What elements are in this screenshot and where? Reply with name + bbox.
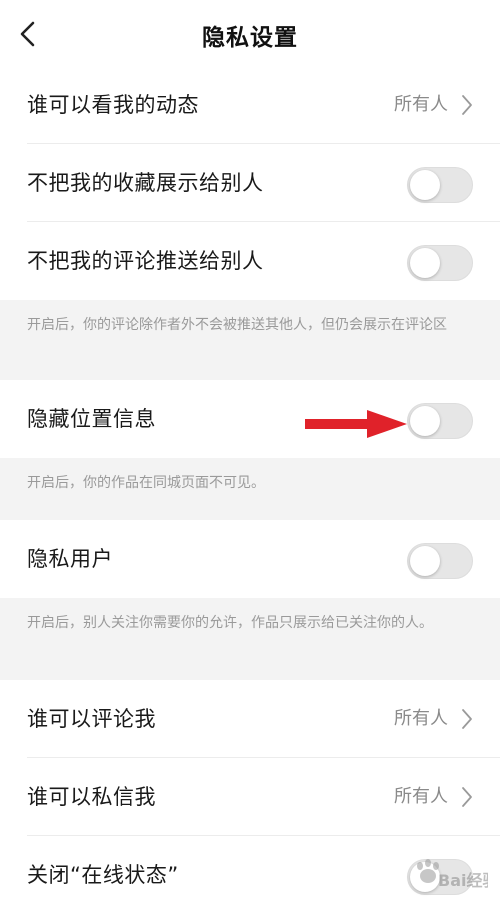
no-push-comments-toggle[interactable] — [407, 245, 473, 281]
row-no-push-comments: 不把我的评论推送给别人 — [0, 222, 500, 300]
row-value: 所有人 — [394, 786, 448, 807]
row-hide-favorites: 不把我的收藏展示给别人 — [0, 144, 500, 222]
hide-location-toggle[interactable] — [407, 403, 473, 439]
row-who-can-message[interactable]: 谁可以私信我 所有人 — [0, 758, 500, 836]
comments-note: 开启后，你的评论除作者外不会被推送其他人，但仍会展示在评论区 — [0, 300, 500, 380]
red-arrow-icon — [305, 410, 407, 438]
chevron-right-icon — [462, 95, 472, 115]
row-value: 所有人 — [394, 708, 448, 729]
chevron-right-icon — [462, 709, 472, 729]
toggle-knob — [410, 406, 440, 436]
row-value: 所有人 — [394, 94, 448, 115]
private-user-toggle[interactable] — [407, 543, 473, 579]
row-label: 谁可以看我的动态 — [27, 93, 199, 117]
hide-favorites-toggle[interactable] — [407, 167, 473, 203]
row-who-can-comment[interactable]: 谁可以评论我 所有人 — [0, 680, 500, 758]
row-who-can-see-activity[interactable]: 谁可以看我的动态 所有人 — [0, 66, 500, 144]
private-note: 开启后，别人关注你需要你的允许，作品只展示给已关注你的人。 — [0, 598, 500, 680]
row-label: 不把我的评论推送给别人 — [27, 249, 264, 273]
row-label: 不把我的收藏展示给别人 — [27, 171, 264, 195]
page-title: 隐私设置 — [202, 25, 298, 51]
row-label: 谁可以私信我 — [27, 785, 156, 809]
row-label: 关闭“在线状态” — [27, 863, 179, 887]
toggle-knob — [410, 248, 440, 278]
watermark-text: Bai经验 — [438, 871, 488, 890]
privacy-settings-screen: 隐私设置 谁可以看我的动态 所有人 不把我的收藏展示给别人 不把我的评论推送给别… — [0, 0, 500, 914]
row-private-user: 隐私用户 — [0, 520, 500, 598]
baidu-jingyan-watermark: Bai经验 — [417, 859, 488, 890]
toggle-knob — [410, 546, 440, 576]
location-note: 开启后，你的作品在同城页面不可见。 — [0, 458, 500, 520]
row-label: 隐私用户 — [27, 547, 113, 571]
chevron-right-icon — [462, 787, 472, 807]
toggle-knob — [410, 170, 440, 200]
row-hide-location: 隐藏位置信息 — [0, 380, 500, 458]
row-label: 谁可以评论我 — [27, 707, 156, 731]
top-bar: 隐私设置 — [0, 0, 500, 67]
row-label: 隐藏位置信息 — [27, 407, 156, 431]
